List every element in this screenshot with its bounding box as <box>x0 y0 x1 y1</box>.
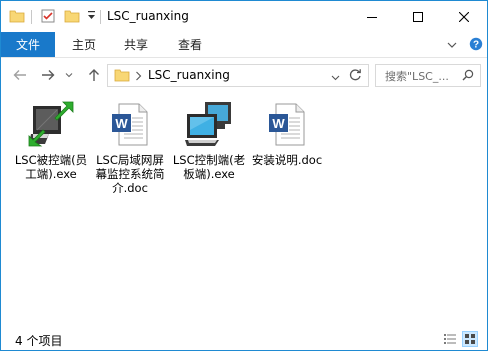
file-label: LSC被控端(员工端).exe <box>14 153 88 181</box>
file-label: LSC控制端(老板端).exe <box>172 153 246 181</box>
breadcrumb-chevron-icon[interactable] <box>135 70 142 84</box>
close-icon <box>459 11 469 22</box>
ribbon-tabs: 文件 主页 共享 查看 ? <box>1 32 487 58</box>
expand-ribbon-chevron-icon[interactable] <box>447 39 457 53</box>
status-bar: 4 个项目 <box>1 326 487 350</box>
word-document-icon: W <box>263 100 311 148</box>
forward-arrow-icon <box>42 70 55 80</box>
file-item[interactable]: LSC被控端(员工端).exe <box>12 100 90 181</box>
file-list: LSC被控端(员工端).exe W LSC局域网屏幕监控系统简介.doc LSC… <box>1 92 487 326</box>
search-box[interactable]: 搜索"LSC_... <box>375 64 481 87</box>
folder-icon <box>9 9 25 23</box>
file-item[interactable]: W LSC局域网屏幕监控系统简介.doc <box>91 100 169 195</box>
back-arrow-icon <box>13 70 26 80</box>
item-count: 4 个项目 <box>15 334 63 348</box>
close-button[interactable] <box>441 1 487 32</box>
tab-share[interactable]: 共享 <box>124 32 148 57</box>
details-view-icon[interactable] <box>443 332 457 346</box>
address-bar[interactable]: LSC_ruanxing <box>107 64 369 87</box>
properties-icon[interactable] <box>41 9 55 23</box>
green-arrow-monitor-exe-icon <box>27 100 75 148</box>
forward-button[interactable] <box>39 66 57 84</box>
tab-file[interactable]: 文件 <box>1 32 55 57</box>
maximize-button[interactable] <box>395 1 441 32</box>
file-item[interactable]: LSC控制端(老板端).exe <box>170 100 248 181</box>
maximize-icon <box>413 11 423 22</box>
svg-text:W: W <box>115 116 128 131</box>
svg-text:W: W <box>272 116 285 131</box>
word-document-icon: W <box>106 100 154 148</box>
up-button[interactable] <box>85 66 103 84</box>
refresh-icon[interactable] <box>349 68 362 85</box>
title-bar: LSC_ruanxing <box>1 1 487 32</box>
networked-computers-exe-icon <box>185 100 233 148</box>
chevron-down-icon <box>65 73 73 78</box>
recent-locations-button[interactable] <box>63 66 75 84</box>
up-arrow-icon <box>89 69 99 81</box>
folder-icon <box>114 68 130 85</box>
new-folder-icon[interactable] <box>64 9 80 23</box>
customize-toolbar-chevron-icon[interactable] <box>87 9 96 21</box>
window-title: LSC_ruanxing <box>107 9 189 23</box>
help-icon[interactable]: ? <box>469 37 483 54</box>
address-dropdown-chevron-icon[interactable] <box>331 71 340 85</box>
svg-text:?: ? <box>473 40 479 51</box>
file-label: LSC局域网屏幕监控系统简介.doc <box>95 153 165 195</box>
search-icon[interactable] <box>462 69 474 84</box>
breadcrumb-current-folder[interactable]: LSC_ruanxing <box>148 68 230 82</box>
file-label: 安装说明.doc <box>251 153 323 167</box>
back-button[interactable] <box>11 66 29 84</box>
tab-view[interactable]: 查看 <box>178 32 202 57</box>
large-icons-view-icon[interactable] <box>462 331 478 347</box>
minimize-button[interactable] <box>349 1 395 32</box>
tab-home[interactable]: 主页 <box>72 32 96 57</box>
navigation-bar: LSC_ruanxing 搜索"LSC_... <box>1 58 487 91</box>
explorer-window: LSC_ruanxing 文件 主页 共享 查看 ? LSC_ruanxing … <box>0 0 488 351</box>
file-item[interactable]: W 安装说明.doc <box>248 100 326 167</box>
minimize-icon <box>367 16 377 18</box>
search-placeholder: 搜索"LSC_... <box>385 70 449 83</box>
